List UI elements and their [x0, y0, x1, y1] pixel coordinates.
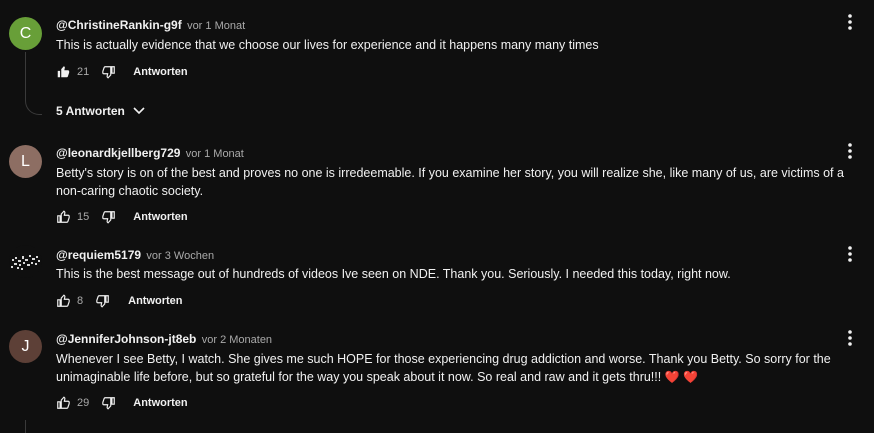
author-name[interactable]: @JenniferJohnson-jt8eb [56, 332, 196, 346]
timestamp[interactable]: vor 1 Monat [186, 148, 244, 160]
show-replies-button[interactable]: 5 Antworten [56, 104, 145, 118]
more-options-button[interactable] [842, 141, 858, 161]
comment-header: @ChristineRankin-g9f vor 1 Monat [56, 18, 245, 32]
avatar[interactable] [9, 245, 42, 278]
author-name[interactable]: @requiem5179 [56, 248, 141, 262]
chevron-down-icon [133, 107, 145, 115]
like-button[interactable] [56, 294, 70, 308]
more-vert-icon [848, 143, 852, 159]
thumbs-up-filled-icon [57, 66, 70, 78]
thumbs-up-icon [57, 210, 70, 223]
like-button[interactable] [56, 65, 70, 79]
thread-connector [25, 420, 26, 433]
timestamp[interactable]: vor 1 Monat [187, 20, 245, 32]
timestamp[interactable]: vor 3 Wochen [146, 250, 214, 262]
more-options-button[interactable] [842, 328, 858, 348]
comment-text: This is actually evidence that we choose… [56, 38, 599, 52]
more-vert-icon [848, 14, 852, 30]
thumbs-down-icon [96, 295, 109, 308]
thumbs-up-icon [57, 396, 70, 409]
reply-button[interactable]: Antworten [133, 66, 187, 78]
author-name[interactable]: @leonardkjellberg729 [56, 146, 180, 160]
avatar[interactable]: L [9, 145, 42, 178]
comment-actions: 29 Antworten [56, 393, 188, 413]
comment-actions: 15 Antworten [56, 207, 188, 227]
dislike-button[interactable] [102, 210, 116, 224]
like-count: 29 [77, 397, 90, 409]
avatar[interactable]: J [9, 330, 42, 363]
reply-button[interactable]: Antworten [133, 211, 187, 223]
more-vert-icon [848, 330, 852, 346]
dislike-button[interactable] [102, 65, 116, 79]
more-options-button[interactable] [842, 12, 858, 32]
comment-actions: 21 Antworten [56, 62, 188, 82]
replies-label: 5 Antworten [56, 104, 125, 118]
reply-button[interactable]: Antworten [133, 397, 187, 409]
like-count: 15 [77, 211, 90, 223]
thread-connector [25, 52, 42, 115]
like-button[interactable] [56, 210, 70, 224]
reply-button[interactable]: Antworten [128, 295, 182, 307]
thumbs-down-icon [102, 397, 116, 410]
like-count: 8 [77, 295, 84, 307]
comment-header: @leonardkjellberg729 vor 1 Monat [56, 146, 244, 160]
comment-text: Betty's story is on of the best and prov… [56, 166, 844, 198]
timestamp[interactable]: vor 2 Monaten [202, 334, 272, 346]
like-count: 21 [77, 66, 90, 78]
author-name[interactable]: @ChristineRankin-g9f [56, 18, 182, 32]
thumbs-down-icon [102, 211, 116, 224]
more-options-button[interactable] [842, 244, 858, 264]
comment-actions: 8 Antworten [56, 291, 183, 311]
thumbs-down-icon [102, 66, 116, 79]
dislike-button[interactable] [102, 396, 116, 410]
pixel-art-avatar-icon [11, 255, 40, 270]
comment-header: @JenniferJohnson-jt8eb vor 2 Monaten [56, 332, 272, 346]
comment-text: Whenever I see Betty, I watch. She gives… [56, 350, 871, 386]
heart-emoji: ❤️ ❤️ [664, 370, 698, 384]
comment-text: This is the best message out of hundreds… [56, 267, 731, 281]
like-button[interactable] [56, 396, 70, 410]
avatar[interactable]: C [9, 17, 42, 50]
more-vert-icon [848, 246, 852, 262]
comment-header: @requiem5179 vor 3 Wochen [56, 248, 214, 262]
comment-body: Whenever I see Betty, I watch. She gives… [56, 352, 831, 384]
thumbs-up-icon [57, 294, 70, 307]
dislike-button[interactable] [96, 294, 110, 308]
